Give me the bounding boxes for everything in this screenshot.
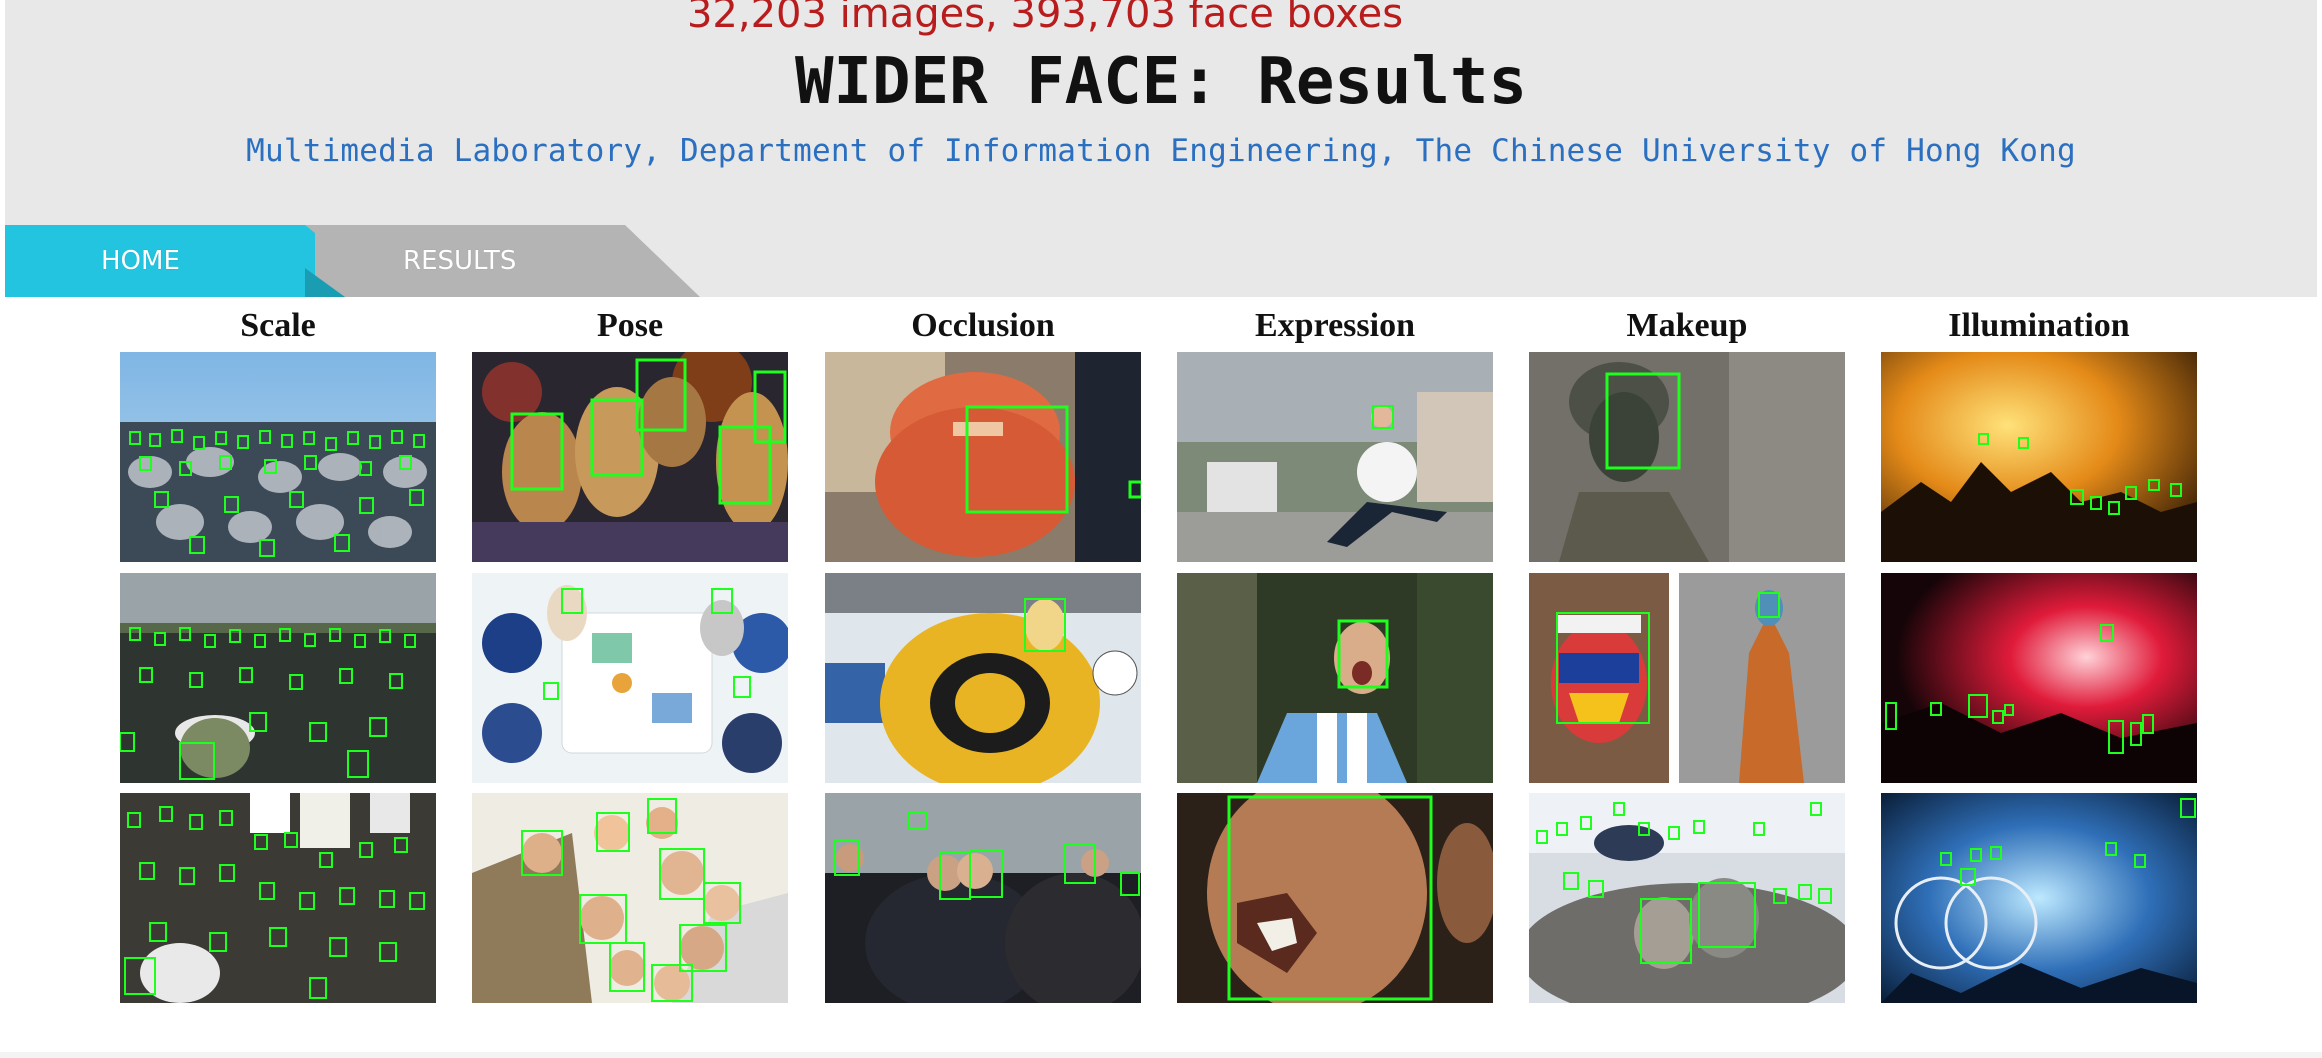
column-header-expression: Expression [1255, 307, 1415, 344]
column-header-pose: Pose [596, 307, 664, 344]
tab-results[interactable]: RESULTS [305, 225, 700, 297]
example-image-pose-3 [472, 793, 788, 1003]
tab-home[interactable]: HOME [5, 225, 315, 297]
example-image-expression-3 [1177, 793, 1493, 1003]
column-header-illumination: Illumination [1948, 307, 2130, 344]
example-image-occlusion-2 [825, 573, 1141, 783]
example-image-illumination-1 [1881, 352, 2197, 562]
example-image-occlusion-1 [825, 352, 1141, 562]
lab-affiliation: Multimedia Laboratory, Department of Inf… [246, 133, 2076, 169]
example-image-pose-2 [472, 573, 788, 783]
page-bottom-border [0, 1052, 2322, 1058]
page-title: WIDER FACE: Results [794, 45, 1528, 119]
example-image-pose-1 [472, 352, 788, 562]
example-image-occlusion-3 [825, 793, 1141, 1003]
tab-home-label: HOME [101, 246, 180, 276]
column-header-scale: Scale [240, 307, 316, 344]
example-image-scale-3 [120, 793, 436, 1003]
example-image-expression-2 [1177, 573, 1493, 783]
example-image-expression-1 [1177, 352, 1493, 562]
dataset-counts: 32,203 images, 393,703 face boxes [686, 0, 1404, 37]
example-image-makeup-2 [1529, 573, 1845, 783]
example-image-scale-1 [120, 352, 436, 562]
example-image-makeup-1 [1529, 352, 1845, 562]
column-header-makeup: Makeup [1626, 307, 1748, 344]
example-image-makeup-3 [1529, 793, 1845, 1003]
column-header-occlusion: Occlusion [911, 307, 1055, 344]
example-image-illumination-2 [1881, 573, 2197, 783]
example-image-scale-2 [120, 573, 436, 783]
example-image-illumination-3 [1881, 793, 2197, 1003]
example-image-grid: Scale Pose Occlusion Expression Makeup I… [0, 297, 2322, 1058]
tab-results-label: RESULTS [403, 246, 517, 276]
main-nav: RESULTS HOME [5, 225, 705, 297]
